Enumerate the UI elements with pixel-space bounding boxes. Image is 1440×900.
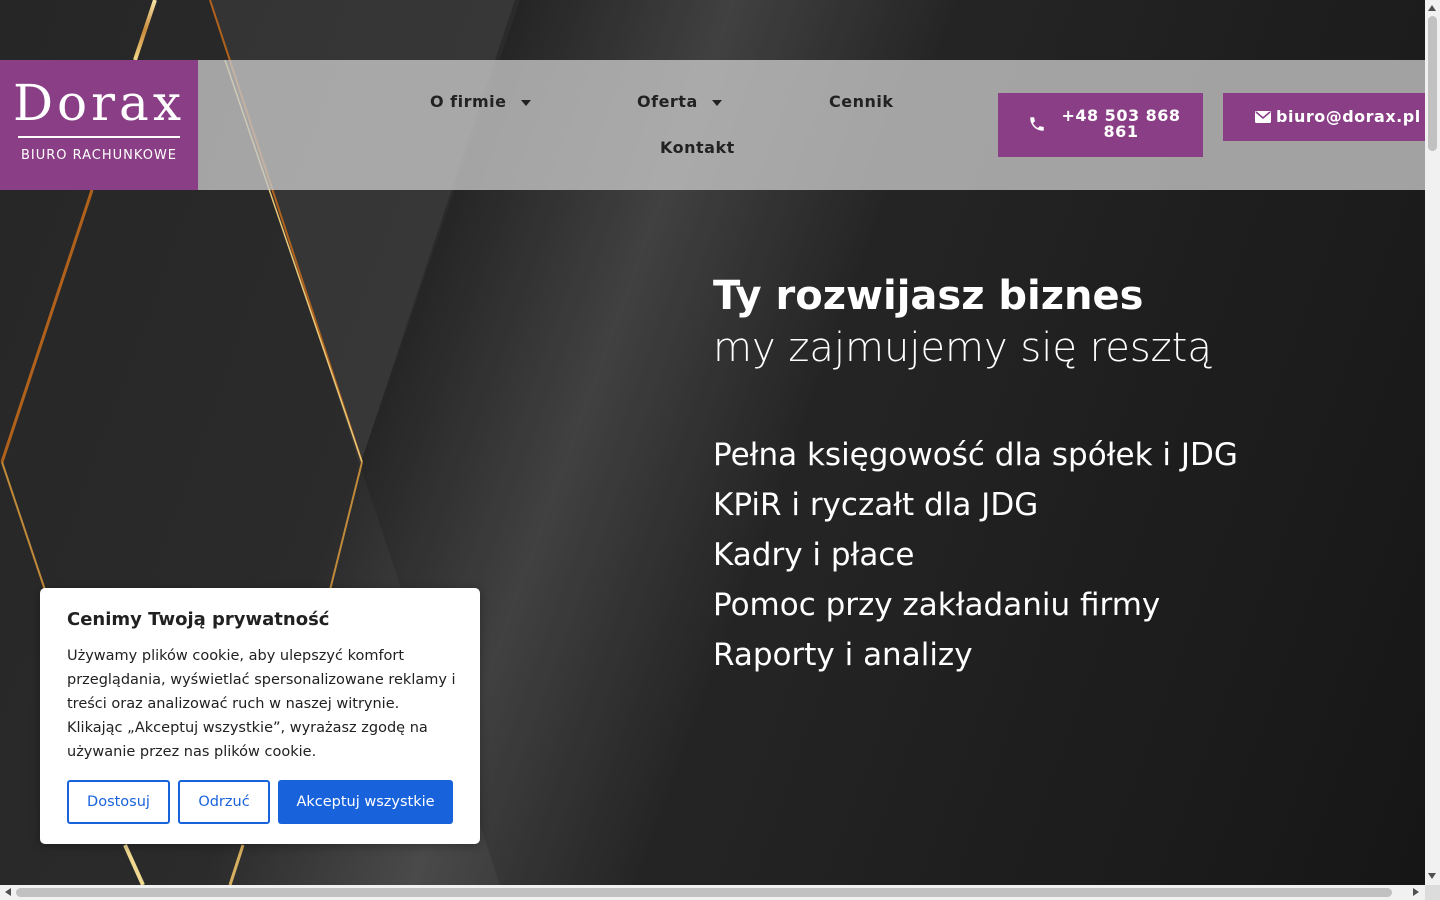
scroll-right-arrow-icon[interactable]	[1413, 888, 1419, 896]
phone-icon	[1028, 115, 1046, 137]
phone-button[interactable]: +48 503 868 861	[998, 93, 1203, 157]
cookie-title: Cenimy Twoją prywatność	[67, 609, 330, 630]
horizontal-scrollbar[interactable]	[0, 885, 1425, 900]
service-item: Pełna księgowość dla spółek i JDG	[713, 437, 1238, 473]
nav-item-cennik[interactable]: Cennik	[829, 92, 894, 111]
nav-item-label: Cennik	[829, 92, 894, 111]
phone-number: +48 503 868 861	[1056, 108, 1186, 140]
nav-item-label: O firmie	[430, 92, 507, 111]
logo-subtitle: BIURO RACHUNKOWE	[20, 148, 178, 163]
customize-button[interactable]: Dostosuj	[67, 780, 170, 824]
service-item: KPiR i ryczałt dla JDG	[713, 487, 1039, 523]
caret-down-icon	[711, 99, 722, 106]
accept-all-button[interactable]: Akceptuj wszystkie	[278, 780, 453, 824]
nav-item-label: Kontakt	[660, 138, 735, 157]
horizontal-scrollbar-thumb[interactable]	[16, 888, 1392, 897]
logo-divider	[18, 136, 180, 138]
caret-down-icon	[520, 99, 531, 106]
site-header	[0, 60, 1425, 190]
hero-content: Ty rozwijasz biznes my zajmujemy się res…	[713, 270, 1238, 680]
services-list: Pełna księgowość dla spółek i JDG KPiR i…	[713, 430, 1238, 680]
service-item: Kadry i płace	[713, 537, 915, 573]
envelope-icon	[1255, 109, 1271, 128]
email-button[interactable]: biuro@dorax.pl	[1223, 93, 1425, 141]
nav-item-kontakt[interactable]: Kontakt	[660, 138, 735, 157]
nav-item-o-firmie[interactable]: O firmie	[430, 92, 531, 111]
cookie-description: Używamy plików cookie, aby ulepszyć komf…	[67, 648, 456, 760]
scroll-down-arrow-icon[interactable]	[1428, 873, 1436, 879]
hero-headline: Ty rozwijasz biznes	[713, 273, 1144, 319]
scroll-left-arrow-icon[interactable]	[5, 888, 11, 896]
scrollbar-corner	[1425, 885, 1440, 900]
service-item: Raporty i analizy	[713, 637, 973, 673]
vertical-scrollbar-thumb[interactable]	[1428, 16, 1437, 151]
nav-item-label: Oferta	[637, 92, 698, 111]
nav-item-oferta[interactable]: Oferta	[637, 92, 722, 111]
cookie-consent-banner: Cenimy Twoją prywatność Używamy plików c…	[40, 588, 480, 844]
vertical-scrollbar[interactable]	[1425, 0, 1440, 885]
logo-wordmark: Dorax	[12, 74, 186, 132]
reject-button[interactable]: Odrzuć	[178, 780, 270, 824]
service-item: Pomoc przy zakładaniu firmy	[713, 587, 1161, 623]
phone-number-line2: 861	[1103, 122, 1139, 141]
hero-subheadline: my zajmujemy się resztą	[713, 325, 1212, 371]
scroll-up-arrow-icon[interactable]	[1428, 5, 1436, 11]
email-address: biuro@dorax.pl	[1276, 107, 1421, 126]
logo[interactable]: Dorax BIURO RACHUNKOWE	[0, 60, 198, 190]
